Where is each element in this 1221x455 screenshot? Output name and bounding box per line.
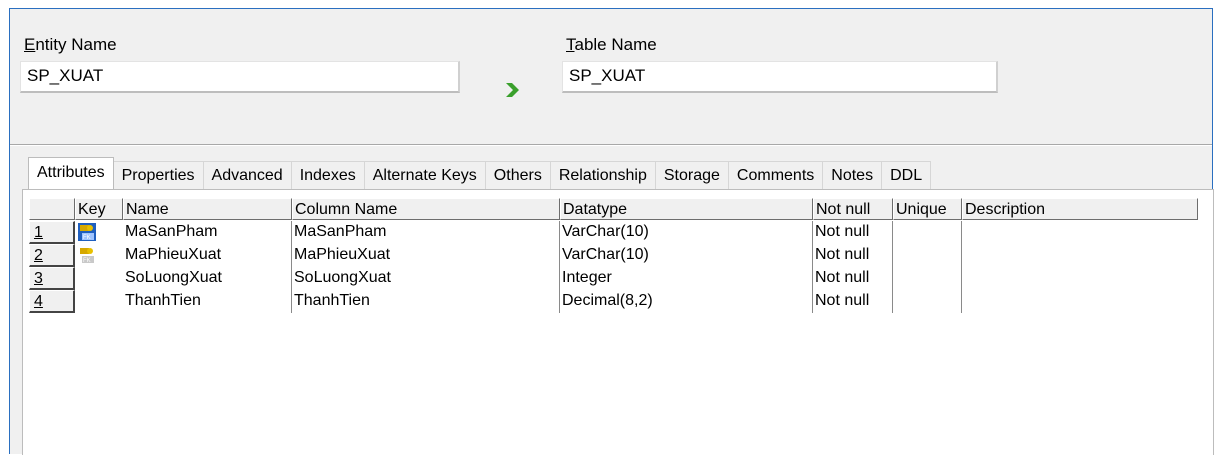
cell-description[interactable] [962,244,1198,267]
column-header-not-null[interactable]: Not null [813,198,893,220]
cell-unique[interactable] [893,290,962,313]
cell-unique[interactable] [893,267,962,290]
cell-column-name[interactable]: ThanhTien [292,290,560,313]
column-header-unique[interactable]: Unique [893,198,962,220]
tab-notes[interactable]: Notes [822,161,883,189]
tab-properties[interactable]: Properties [112,161,204,189]
cell-description[interactable] [962,267,1198,290]
cell-name[interactable]: MaSanPham [123,221,292,244]
cell-name[interactable]: MaPhieuXuat [123,244,292,267]
table-row[interactable]: 3 SoLuongXuat SoLuongXuat Integer Not null [29,267,1198,290]
key-cell[interactable] [75,267,123,290]
cell-description[interactable] [962,290,1198,313]
arrow-right-icon [506,83,519,97]
table-name-label: Table Name [566,35,657,54]
tab-storage[interactable]: Storage [654,161,729,189]
column-header-column-name[interactable]: Column Name [292,198,560,220]
tab-comments[interactable]: Comments [727,161,824,189]
table-row[interactable]: 1 FK MaSanPham MaSanPham VarChar(10) Not null [29,221,1198,244]
cell-not-null[interactable]: Not null [813,267,893,290]
separator [10,144,1212,146]
cell-column-name[interactable]: MaSanPham [292,221,560,244]
table-row[interactable]: 2 FK MaPhieuXuat MaPhieuXuat VarChar(10) Not … [29,244,1198,267]
column-header-name[interactable]: Name [123,198,292,220]
row-number[interactable]: 3 [29,267,75,290]
tab-alternate-keys[interactable]: Alternate Keys [363,161,486,189]
tab-relationship[interactable]: Relationship [549,161,656,189]
pk-fk-key-icon: FK [80,248,94,264]
row-number[interactable]: 4 [29,290,75,313]
column-header-datatype[interactable]: Datatype [560,198,813,220]
column-header-description[interactable]: Description [962,198,1198,220]
svg-text:FK: FK [83,235,91,241]
tab-ddl[interactable]: DDL [881,161,932,189]
cell-datatype[interactable]: VarChar(10) [560,221,813,244]
column-header-key[interactable]: Key [75,198,123,220]
key-cell[interactable] [75,290,123,313]
cell-unique[interactable] [893,244,962,267]
entity-properties-dialog: Entity Name SP_XUAT Table Name SP_XUAT A… [9,8,1214,455]
row-header-corner [29,198,75,220]
row-number[interactable]: 1 [29,221,75,244]
tab-others[interactable]: Others [484,161,551,189]
row-number[interactable]: 2 [29,244,75,267]
tab-strip: Attributes Properties Advanced Indexes Alter… [28,157,932,189]
cell-name[interactable]: SoLuongXuat [123,267,292,290]
svg-text:FK: FK [83,258,91,264]
cell-not-null[interactable]: Not null [813,221,893,244]
cell-datatype[interactable]: Integer [560,267,813,290]
table-name-field[interactable]: SP_XUAT [562,61,998,93]
tab-attributes[interactable]: Attributes [28,157,114,189]
cell-not-null[interactable]: Not null [813,244,893,267]
cell-datatype[interactable]: VarChar(10) [560,244,813,267]
key-cell[interactable]: FK [75,221,123,244]
entity-name-label: Entity Name [24,35,117,54]
cell-datatype[interactable]: Decimal(8,2) [560,290,813,313]
cell-unique[interactable] [893,221,962,244]
cell-column-name[interactable]: SoLuongXuat [292,267,560,290]
cell-name[interactable]: ThanhTien [123,290,292,313]
pk-fk-key-icon: FK [78,223,96,241]
cell-description[interactable] [962,221,1198,244]
entity-name-field[interactable]: SP_XUAT [20,61,460,93]
key-cell[interactable]: FK [75,244,123,267]
attributes-panel: Key Name Column Name Datatype Not null U… [22,189,1214,455]
table-row[interactable]: 4 ThanhTien ThanhTien Decimal(8,2) Not null [29,290,1198,313]
cell-not-null[interactable]: Not null [813,290,893,313]
cell-column-name[interactable]: MaPhieuXuat [292,244,560,267]
tab-indexes[interactable]: Indexes [290,161,365,189]
tab-advanced[interactable]: Advanced [202,161,292,189]
